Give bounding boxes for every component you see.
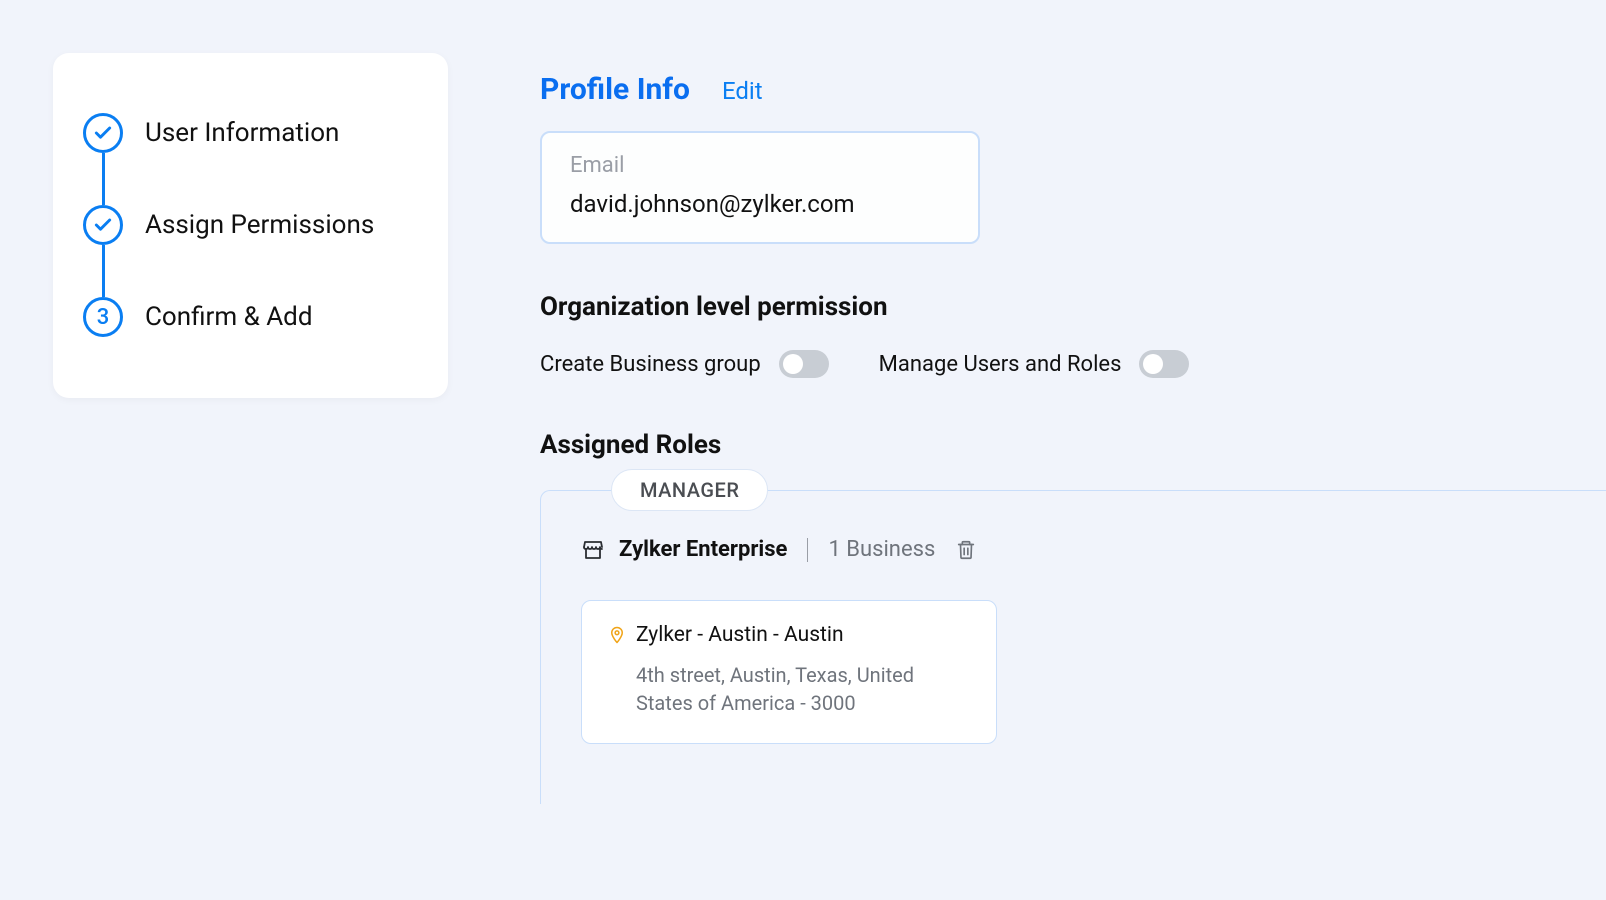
edit-link[interactable]: Edit	[722, 77, 763, 105]
step-sidebar: User Information Assign Permissions 3 Co…	[53, 53, 448, 398]
toggle-manage-users-roles[interactable]	[1139, 350, 1189, 378]
check-icon	[83, 205, 123, 245]
org-permissions-section: Organization level permission Create Bus…	[540, 292, 1606, 378]
email-label: Email	[570, 153, 950, 178]
main-content: Profile Info Edit Email david.johnson@zy…	[540, 72, 1606, 804]
step-label: Confirm & Add	[145, 302, 313, 332]
step-number-icon: 3	[83, 297, 123, 337]
step-connector	[102, 153, 105, 205]
step-number: 3	[97, 305, 110, 330]
permission-create-business-group: Create Business group	[540, 350, 829, 378]
assigned-roles-section: Assigned Roles MANAGER Zylker Enterprise…	[540, 430, 1606, 804]
step-confirm-and-add[interactable]: 3 Confirm & Add	[83, 297, 418, 337]
step-assign-permissions[interactable]: Assign Permissions	[83, 205, 418, 245]
assigned-roles-title: Assigned Roles	[540, 430, 1606, 460]
enterprise-name: Zylker Enterprise	[619, 537, 787, 562]
permission-row: Create Business group Manage Users and R…	[540, 350, 1606, 378]
step-connector	[102, 245, 105, 297]
org-permissions-title: Organization level permission	[540, 292, 1606, 322]
toggle-create-business-group[interactable]	[779, 350, 829, 378]
divider	[807, 538, 808, 562]
permission-label: Create Business group	[540, 352, 761, 377]
store-icon	[581, 538, 605, 562]
step-user-information[interactable]: User Information	[83, 113, 418, 153]
role-tag: MANAGER	[611, 469, 768, 511]
step-label: User Information	[145, 118, 339, 148]
permission-manage-users-roles: Manage Users and Roles	[879, 350, 1190, 378]
location-address: 4th street, Austin, Texas, United States…	[608, 661, 970, 717]
trash-icon[interactable]	[955, 539, 977, 561]
profile-header: Profile Info Edit	[540, 72, 1606, 107]
permission-label: Manage Users and Roles	[879, 352, 1122, 377]
location-name: Zylker - Austin - Austin	[636, 623, 844, 647]
business-count: 1 Business	[828, 537, 935, 562]
step-label: Assign Permissions	[145, 210, 374, 240]
check-icon	[83, 113, 123, 153]
enterprise-row: Zylker Enterprise 1 Business	[581, 537, 1566, 562]
location-title-row: Zylker - Austin - Austin	[608, 623, 970, 647]
email-field: Email david.johnson@zylker.com	[540, 131, 980, 244]
pin-icon	[608, 624, 626, 646]
profile-info-title: Profile Info	[540, 72, 690, 107]
email-value: david.johnson@zylker.com	[570, 190, 950, 218]
location-card: Zylker - Austin - Austin 4th street, Aus…	[581, 600, 997, 744]
role-box: MANAGER Zylker Enterprise 1 Business	[540, 490, 1606, 804]
